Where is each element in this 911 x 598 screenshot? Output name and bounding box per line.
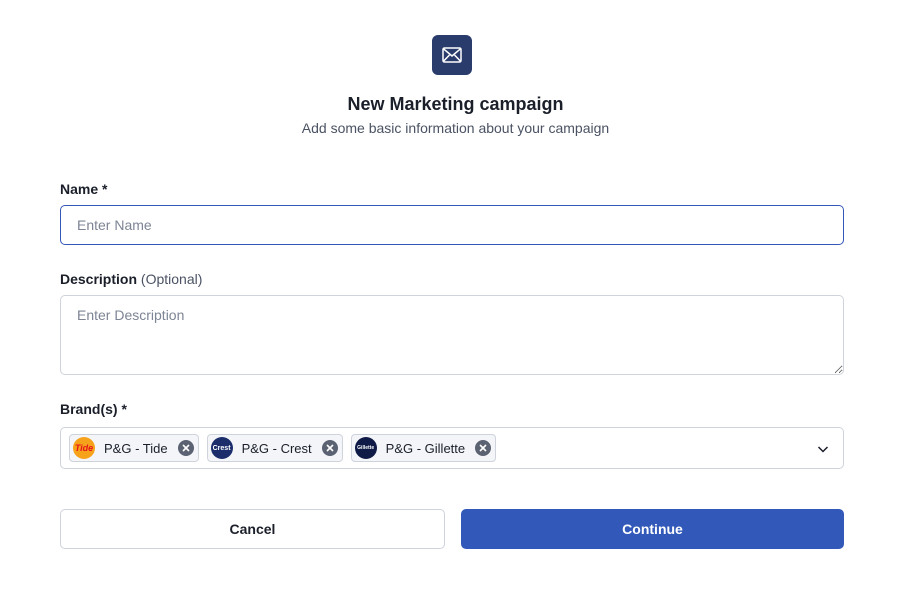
modal-title: New Marketing campaign <box>347 94 564 114</box>
name-label: Name * <box>60 181 108 197</box>
remove-icon[interactable] <box>321 440 338 456</box>
brand-chip-crest: Crest P&G - Crest <box>206 434 343 462</box>
new-campaign-modal: New Marketing campaign Add some basic in… <box>0 0 911 598</box>
gillette-logo: Gillette <box>354 437 377 459</box>
description-input[interactable] <box>60 295 844 375</box>
brand-chip-gillette: Gillette P&G - Gillette <box>350 434 497 462</box>
brand-chip-label: P&G - Gillette <box>385 440 466 456</box>
name-input[interactable] <box>60 205 844 245</box>
description-label-text: Description <box>60 271 138 287</box>
brand-chip-label: P&G - Crest <box>241 440 312 456</box>
remove-icon[interactable] <box>475 440 492 456</box>
optional-label: (Optional) <box>140 271 203 287</box>
brand-chip-tide: Tide P&G - Tide <box>69 434 199 462</box>
description-label: Description (Optional) <box>60 271 202 287</box>
brands-label: Brand(s) * <box>60 401 127 417</box>
mail-icon <box>432 35 472 75</box>
cancel-button[interactable]: Cancel <box>60 509 445 549</box>
chevron-down-icon[interactable] <box>815 441 831 457</box>
remove-icon[interactable] <box>177 440 194 456</box>
continue-button[interactable]: Continue <box>461 509 844 549</box>
tide-logo: Tide <box>73 437 95 459</box>
brand-chip-label: P&G - Tide <box>104 440 168 456</box>
crest-logo: Crest <box>210 437 233 459</box>
brands-select[interactable]: Tide P&G - Tide Crest P&G - Crest Gillet… <box>60 427 844 469</box>
modal-subtitle: Add some basic information about your ca… <box>301 120 610 136</box>
